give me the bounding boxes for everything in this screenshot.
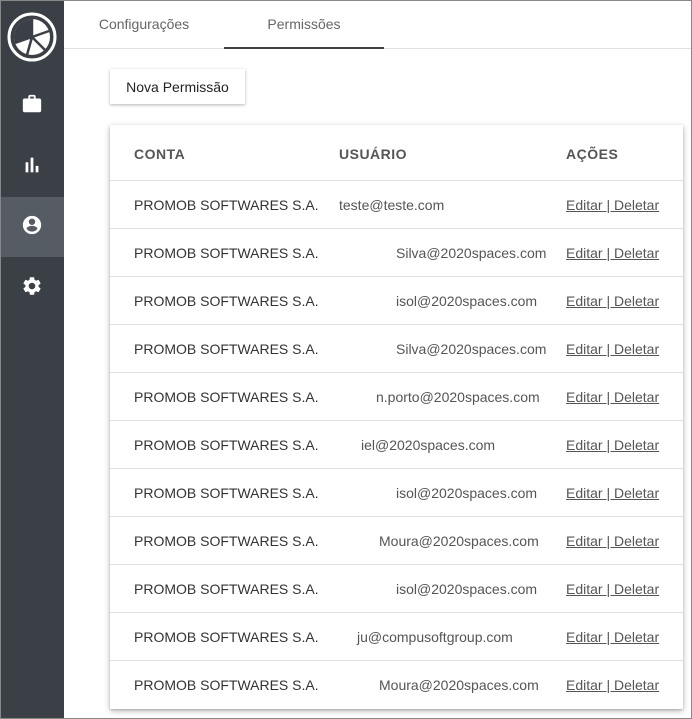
cell-acoes: Editar | Deletar: [566, 197, 659, 213]
edit-link[interactable]: Editar: [566, 245, 603, 261]
cell-usuario: Silva@2020spaces.com: [396, 341, 547, 357]
action-separator: |: [602, 197, 614, 213]
account-circle-icon: [21, 214, 43, 241]
gear-icon: [21, 275, 43, 302]
table-row: PROMOB SOFTWARES S.A. Silva@2020spaces.co…: [110, 229, 683, 277]
cell-conta: PROMOB SOFTWARES S.A.: [134, 341, 319, 357]
action-separator: |: [602, 485, 614, 501]
table-row: PROMOB SOFTWARES S.A. Moura@2020spaces.co…: [110, 661, 683, 709]
edit-link[interactable]: Editar: [566, 533, 603, 549]
cell-acoes: Editar | Deletar: [566, 485, 659, 501]
new-permission-button[interactable]: Nova Permissão: [110, 69, 245, 104]
action-separator: |: [602, 533, 614, 549]
citrus-slice-logo[interactable]: [7, 12, 57, 62]
permissions-table: CONTA USUÁRIO AÇÕES PROMOB SOFTWARES S.A…: [110, 125, 683, 709]
edit-link[interactable]: Editar: [566, 341, 603, 357]
action-separator: |: [602, 677, 614, 693]
cell-acoes: Editar | Deletar: [566, 245, 659, 261]
cell-usuario: n.porto@2020spaces.com: [376, 389, 540, 405]
delete-link[interactable]: Deletar: [614, 677, 659, 693]
table-row: PROMOB SOFTWARES S.A. isol@2020spaces.com…: [110, 277, 683, 325]
tab-bar: Configurações Permissões: [64, 0, 692, 49]
action-separator: |: [602, 245, 614, 261]
table-row: PROMOB SOFTWARES S.A. isol@2020spaces.com…: [110, 565, 683, 613]
briefcase-icon: [21, 93, 43, 120]
table-row: PROMOB SOFTWARES S.A. iel@2020spaces.com E…: [110, 421, 683, 469]
delete-link[interactable]: Deletar: [614, 341, 659, 357]
cell-usuario: ju@compusoftgroup.com: [357, 629, 513, 645]
cell-usuario: iel@2020spaces.com: [361, 437, 496, 453]
cell-conta: PROMOB SOFTWARES S.A.: [134, 485, 319, 501]
action-separator: |: [602, 581, 614, 597]
cell-acoes: Editar | Deletar: [566, 677, 659, 693]
cell-conta: PROMOB SOFTWARES S.A.: [134, 533, 319, 549]
delete-link[interactable]: Deletar: [614, 197, 659, 213]
cell-conta: PROMOB SOFTWARES S.A.: [134, 677, 319, 693]
nav-briefcase[interactable]: [0, 76, 64, 136]
action-separator: |: [602, 341, 614, 357]
edit-link[interactable]: Editar: [566, 197, 603, 213]
cell-conta: PROMOB SOFTWARES S.A.: [134, 581, 319, 597]
cell-usuario: teste@teste.com: [339, 197, 445, 213]
bar-chart-icon: [21, 154, 43, 181]
cell-conta: PROMOB SOFTWARES S.A.: [134, 245, 319, 261]
active-tab-indicator: [224, 47, 384, 49]
edit-link[interactable]: Editar: [566, 677, 603, 693]
cell-usuario: isol@2020spaces.com: [396, 293, 538, 309]
tab-permissoes[interactable]: Permissões: [224, 0, 384, 49]
edit-link[interactable]: Editar: [566, 581, 603, 597]
delete-link[interactable]: Deletar: [614, 485, 659, 501]
column-header-usuario: USUÁRIO: [339, 146, 408, 162]
delete-link[interactable]: Deletar: [614, 389, 659, 405]
nav-account[interactable]: [0, 197, 64, 257]
edit-link[interactable]: Editar: [566, 437, 603, 453]
delete-link[interactable]: Deletar: [614, 581, 659, 597]
cell-acoes: Editar | Deletar: [566, 293, 659, 309]
column-header-conta: CONTA: [134, 146, 186, 162]
cell-usuario: Moura@2020spaces.com: [379, 533, 539, 549]
action-separator: |: [602, 437, 614, 453]
edit-link[interactable]: Editar: [566, 629, 603, 645]
cell-usuario: Silva@2020spaces.com: [396, 245, 547, 261]
table-header: CONTA USUÁRIO AÇÕES: [110, 125, 683, 181]
cell-acoes: Editar | Deletar: [566, 389, 659, 405]
table-row: PROMOB SOFTWARES S.A. n.porto@2020spaces.…: [110, 373, 683, 421]
table-row: PROMOB SOFTWARES S.A. isol@2020spaces.com…: [110, 469, 683, 517]
tab-configuracoes[interactable]: Configurações: [64, 0, 224, 49]
column-header-acoes: AÇÕES: [566, 146, 619, 162]
delete-link[interactable]: Deletar: [614, 629, 659, 645]
cell-acoes: Editar | Deletar: [566, 629, 659, 645]
cell-acoes: Editar | Deletar: [566, 437, 659, 453]
delete-link[interactable]: Deletar: [614, 533, 659, 549]
cell-usuario: isol@2020spaces.com: [396, 581, 538, 597]
nav-settings[interactable]: [0, 258, 64, 318]
cell-conta: PROMOB SOFTWARES S.A.: [134, 197, 319, 213]
action-separator: |: [602, 629, 614, 645]
table-row: PROMOB SOFTWARES S.A. ju@compusoftgroup.c…: [110, 613, 683, 661]
edit-link[interactable]: Editar: [566, 293, 603, 309]
cell-usuario: isol@2020spaces.com: [396, 485, 538, 501]
action-separator: |: [602, 389, 614, 405]
cell-conta: PROMOB SOFTWARES S.A.: [134, 293, 319, 309]
cell-conta: PROMOB SOFTWARES S.A.: [134, 389, 319, 405]
cell-conta: PROMOB SOFTWARES S.A.: [134, 629, 319, 645]
table-row: PROMOB SOFTWARES S.A. Moura@2020spaces.co…: [110, 517, 683, 565]
cell-conta: PROMOB SOFTWARES S.A.: [134, 437, 319, 453]
edit-link[interactable]: Editar: [566, 485, 603, 501]
delete-link[interactable]: Deletar: [614, 437, 659, 453]
nav-reports[interactable]: [0, 137, 64, 197]
table-row: PROMOB SOFTWARES S.A. teste@teste.com Edit…: [110, 181, 683, 229]
cell-acoes: Editar | Deletar: [566, 341, 659, 357]
table-body: PROMOB SOFTWARES S.A. teste@teste.com Edit…: [110, 181, 683, 709]
cell-acoes: Editar | Deletar: [566, 581, 659, 597]
delete-link[interactable]: Deletar: [614, 293, 659, 309]
cell-acoes: Editar | Deletar: [566, 533, 659, 549]
cell-usuario: Moura@2020spaces.com: [379, 677, 539, 693]
action-separator: |: [602, 293, 614, 309]
sidebar: [0, 0, 64, 719]
edit-link[interactable]: Editar: [566, 389, 603, 405]
delete-link[interactable]: Deletar: [614, 245, 659, 261]
table-row: PROMOB SOFTWARES S.A. Silva@2020spaces.co…: [110, 325, 683, 373]
